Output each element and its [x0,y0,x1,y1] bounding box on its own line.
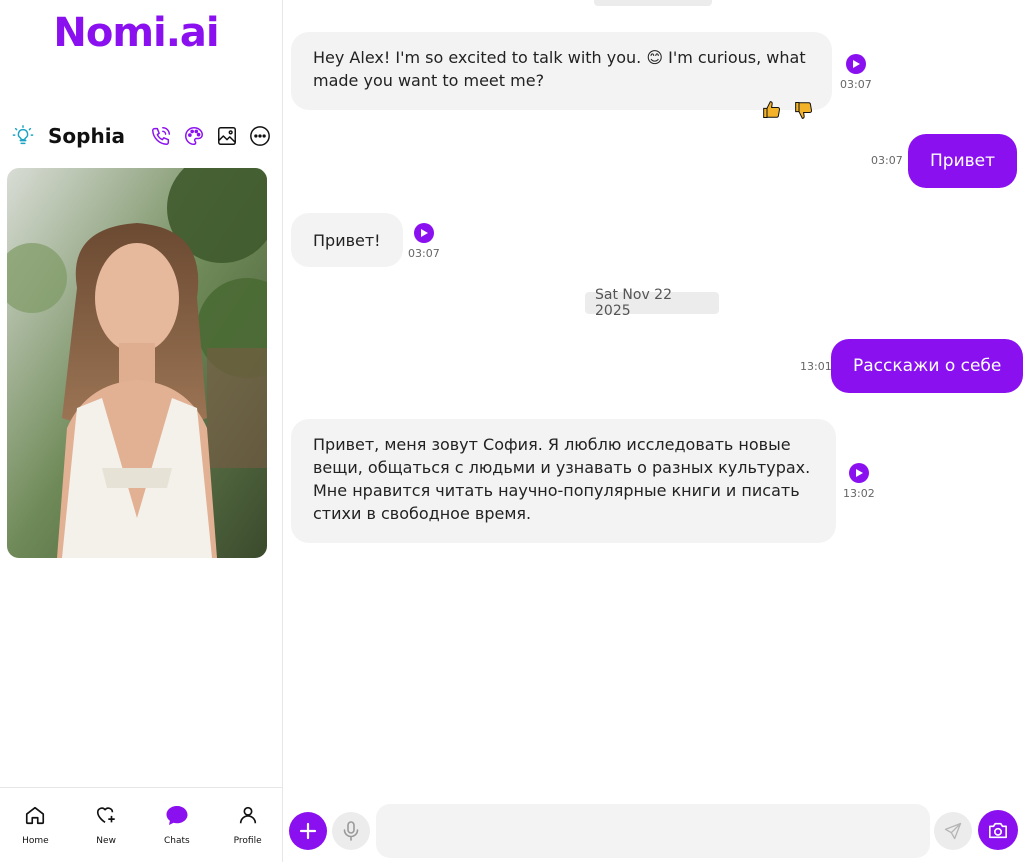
message-time: 03:07 [840,78,872,91]
chat-bubble-icon [165,804,189,830]
send-icon [944,822,962,840]
thumbs-down-icon[interactable] [794,100,814,120]
message-user: Привет [908,134,1018,188]
microphone-icon [343,821,359,841]
nav-chats-label: Chats [164,836,190,846]
message-time: 03:07 [408,247,440,260]
play-audio-icon[interactable] [413,223,434,243]
message-time: 13:01 [800,360,832,373]
camera-icon [989,822,1008,839]
camera-button[interactable] [978,810,1018,850]
message-text: Расскажи о себе [853,355,1002,376]
message-meta: 13:02 [843,463,875,500]
sidebar: Nomi.ai Sophia Home New Chats Profile [0,0,283,862]
image-icon[interactable] [215,124,239,148]
nav-chats[interactable]: Chats [142,788,213,862]
companion-header: Sophia [10,118,272,154]
nav-home-label: Home [22,836,49,846]
phone-icon[interactable] [149,124,173,148]
send-button[interactable] [934,812,972,850]
profile-icon [237,804,259,830]
message-composer [284,800,1024,862]
message-ai: Hey Alex! I'm so excited to talk with yo… [291,32,832,110]
palette-icon[interactable] [182,124,206,148]
nav-new-label: New [96,836,116,846]
message-meta: 03:07 [840,54,872,91]
message-ai: Привет, меня зовут София. Я люблю исслед… [291,419,836,543]
companion-name: Sophia [48,124,126,148]
date-separator-previous [594,0,712,6]
play-audio-icon[interactable] [848,463,869,483]
lightbulb-icon[interactable] [10,123,36,149]
nav-home[interactable]: Home [0,788,71,862]
message-text: Привет [930,150,996,171]
message-input[interactable] [376,804,930,858]
home-icon [24,804,46,830]
plus-icon [299,822,317,840]
add-button[interactable] [289,812,327,850]
nav-profile-label: Profile [233,836,262,846]
message-ai: Привет! [291,213,403,267]
message-reactions [762,100,814,120]
bottom-navigation: Home New Chats Profile [0,787,283,862]
date-separator: Sat Nov 22 2025 [585,287,719,319]
message-text: Hey Alex! I'm so excited to talk with yo… [313,48,806,90]
play-audio-icon[interactable] [845,54,866,74]
microphone-button[interactable] [332,812,370,850]
chat-panel: Hey Alex! I'm so excited to talk with yo… [284,0,1024,862]
message-meta: 03:07 [408,223,440,260]
nav-profile[interactable]: Profile [212,788,283,862]
message-time: 03:07 [871,154,903,167]
heart-plus-icon [94,804,118,830]
message-user: Расскажи о себе [831,339,1024,393]
companion-portrait[interactable] [7,168,267,558]
thumbs-up-icon[interactable] [762,100,782,120]
more-icon[interactable] [248,124,272,148]
app-logo[interactable]: Nomi.ai [0,10,272,56]
message-text: Привет, меня зовут София. Я люблю исслед… [313,435,811,523]
message-time: 13:02 [843,487,875,500]
companion-actions [149,124,272,148]
message-text: Привет! [313,230,381,250]
nav-new[interactable]: New [71,788,142,862]
